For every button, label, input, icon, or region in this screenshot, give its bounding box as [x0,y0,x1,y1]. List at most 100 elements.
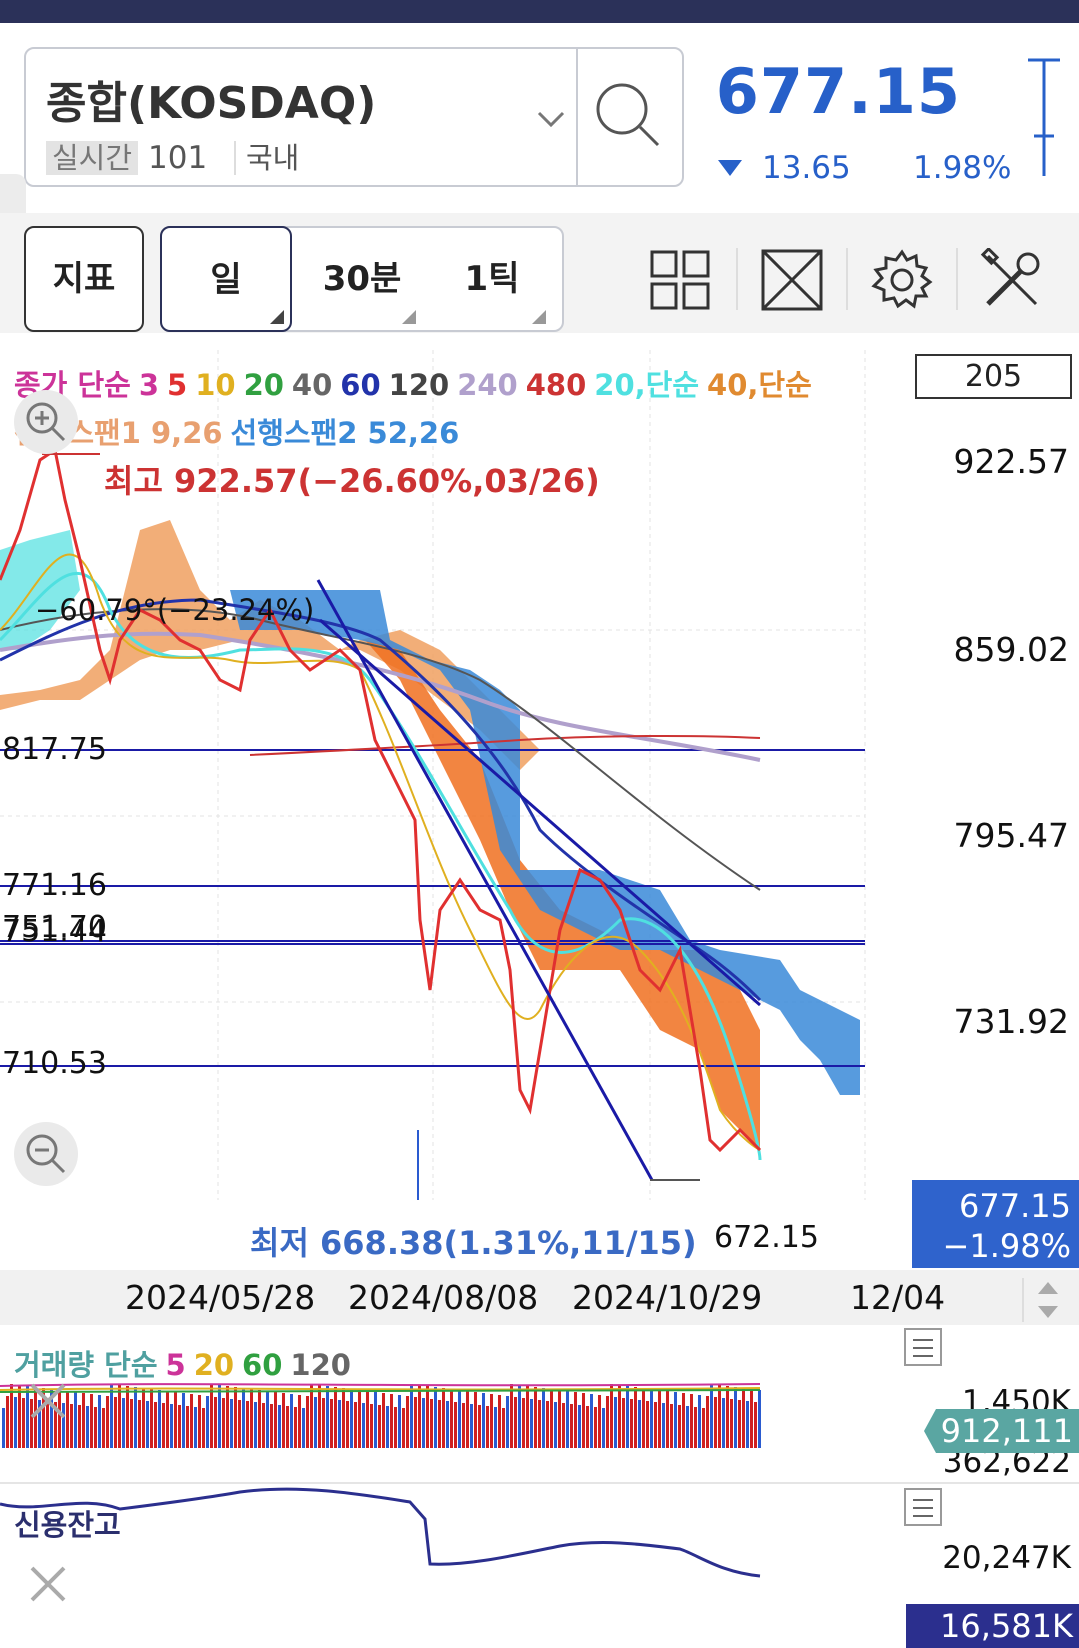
volume-bar [370,1404,373,1448]
symbol-name: 종합(KOSDAQ) [46,78,377,129]
volume-bar [6,1396,9,1448]
ma-legend-item: 40,단순 [707,368,812,402]
volume-bar [218,1385,221,1448]
credit-balance-pane[interactable]: 신용잔고 20,247K 16,581K [0,1482,1079,1648]
zoom-out-icon [26,1134,66,1174]
high-price-label: 최고 922.57(−26.60%,03/26) [104,462,600,500]
zoom-out-button[interactable] [14,1122,78,1186]
volume-bar [122,1398,125,1448]
volume-bar [470,1404,473,1448]
volume-bar [22,1398,25,1448]
layout-grid-icon[interactable] [648,248,712,312]
volume-bar [226,1386,229,1448]
volume-bar [230,1399,233,1448]
volume-bar [494,1407,497,1448]
volume-bar [302,1408,305,1448]
close-icon[interactable] [28,1564,68,1604]
volume-bar [210,1384,213,1448]
volume-bar [514,1397,517,1448]
current-price: 677.15 [715,55,961,128]
price-chart[interactable]: 종가 단순 3 5 10 20 40 60 120 240 480 20,단순 40,단순 선행스팬1… [0,350,1079,1270]
symbol-selector[interactable]: 종합(KOSDAQ) 실시간 101 국내 [24,47,684,187]
volume-bar [298,1395,301,1448]
volume-legend-item: 120 [290,1348,351,1382]
gear-icon[interactable] [870,248,934,312]
volume-bar [606,1396,609,1448]
volume-bar [682,1393,685,1448]
volume-bar [718,1385,721,1448]
ma-legend-item: 60 [340,368,381,402]
volume-bar [518,1385,521,1448]
volume-bar [726,1386,729,1448]
volume-bar [730,1399,733,1448]
volume-bar [558,1390,561,1448]
volume-bar [526,1386,529,1448]
tools-icon[interactable] [980,248,1044,312]
volume-bar [130,1399,133,1448]
chevron-down-icon[interactable] [531,99,571,139]
y-axis-label: 859.02 [953,630,1069,669]
volume-bar [118,1385,121,1448]
fullscreen-icon[interactable] [760,248,824,312]
volume-bar [654,1402,657,1448]
volume-bar [430,1399,433,1448]
volume-bar [398,1395,401,1448]
volume-bar [662,1403,665,1448]
volume-bar [758,1390,761,1448]
period-30min-button[interactable]: 30분 [302,228,422,330]
volume-bar [18,1385,21,1448]
data-count-box[interactable]: 205 [915,354,1072,399]
volume-legend-item: 60 [242,1348,283,1382]
volume-bar [150,1389,153,1448]
volume-bar [678,1405,681,1448]
period-tick-button[interactable]: 1틱 [432,228,552,330]
volume-bar [330,1399,333,1448]
volume-bar [222,1398,225,1448]
close-icon[interactable] [28,1381,68,1421]
credit-max-label: 20,247K [942,1540,1071,1576]
date-axis: 2024/05/28 2024/08/08 2024/10/29 12/04 [0,1270,1079,1325]
volume-bar [622,1398,625,1448]
search-button[interactable] [576,49,684,185]
volume-bar [286,1406,289,1448]
volume-bar [530,1399,533,1448]
ichimoku-legend: 선행스팬1 9,26 선행스팬2 52,26 [14,410,467,452]
down-arrow-icon [718,160,742,176]
volume-bar [102,1408,105,1448]
volume-bar [246,1401,249,1448]
volume-pane[interactable]: 거래량 단순 5 20 60 120 1,450K 362,622 912,111 [0,1326,1079,1481]
volume-bar [142,1388,145,1448]
top-status-bar [0,0,1079,23]
volume-bar [642,1388,645,1448]
volume-bar [234,1387,237,1448]
volume-bar [290,1394,293,1448]
volume-bar [90,1394,93,1448]
indicator-button[interactable]: 지표 [24,226,144,332]
date-label: 2024/08/08 [348,1278,539,1317]
volume-bar [350,1389,353,1448]
volume-bar [158,1390,161,1448]
axis-scroll-button[interactable] [1022,1278,1070,1322]
volume-menu-button[interactable] [904,1328,942,1366]
volume-bar [406,1396,409,1448]
volume-bar [258,1390,261,1448]
volume-bar [98,1395,101,1448]
zoom-in-button[interactable] [14,390,78,454]
period-day-button[interactable]: 일 [160,226,292,332]
volume-bar [282,1393,285,1448]
volume-bar [178,1405,181,1448]
last-price-label: 672.15 [714,1220,819,1255]
volume-bar [206,1396,209,1448]
period-selector: 일 30분 1틱 [160,226,564,332]
change-value: 13.65 [762,150,851,186]
hline-label: 817.75 [2,732,107,767]
credit-menu-button[interactable] [904,1488,942,1526]
volume-bar [710,1384,713,1448]
volume-bar [478,1405,481,1448]
volume-bar [650,1389,653,1448]
ma-legend-item: 5 [167,368,188,402]
volume-bar [546,1401,549,1448]
volume-bar [70,1404,73,1448]
volume-bar [574,1392,577,1448]
volume-bar [146,1401,149,1448]
